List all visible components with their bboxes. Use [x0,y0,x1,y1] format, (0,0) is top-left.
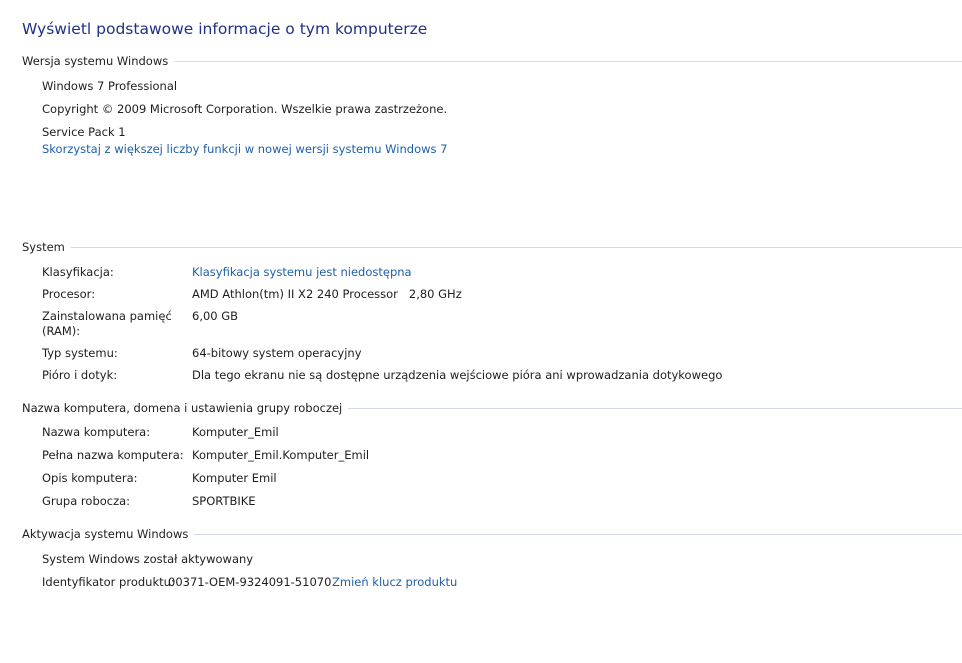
processor-value: AMD Athlon(tm) II X2 240 Processor 2,80 … [192,287,462,301]
ram-label-line1: Zainstalowana pamięć [42,309,172,323]
product-id-label: Identyfikator produktu: [42,575,175,589]
change-product-key-link[interactable]: Zmień klucz produktu [332,575,457,589]
activation-status: System Windows został aktywowany [42,552,254,566]
service-pack-text: Service Pack 1 [42,125,126,139]
section-computer-name: Nazwa komputera, domena i ustawienia gru… [22,401,962,415]
section-divider [70,246,962,248]
section-heading: System [22,240,65,254]
section-heading: Nazwa komputera, domena i ustawienia gru… [22,401,343,415]
section-system: System [22,240,962,254]
computer-description-label: Opis komputera: [42,471,138,485]
copyright-text: Copyright © 2009 Microsoft Corporation. … [42,102,448,116]
system-type-label: Typ systemu: [42,346,118,360]
workgroup-value: SPORTBIKE [192,494,256,508]
rating-label: Klasyfikacja: [42,265,114,279]
workgroup-label: Grupa robocza: [42,494,131,508]
pen-touch-value: Dla tego ekranu nie są dostępne urządzen… [192,368,723,382]
computer-description-value: Komputer Emil [192,471,277,485]
ram-value: 6,00 GB [192,309,239,323]
section-heading: Aktywacja systemu Windows [22,527,189,541]
computer-name-label: Nazwa komputera: [42,425,151,439]
upgrade-windows-link[interactable]: Skorzystaj z większej liczby funkcji w n… [42,142,448,156]
ram-label-line2: (RAM): [42,324,81,338]
section-divider [194,533,962,535]
section-heading: Wersja systemu Windows [22,54,169,68]
section-windows-edition: Wersja systemu Windows [22,54,962,68]
full-computer-name-label: Pełna nazwa komputera: [42,448,184,462]
windows-edition-name: Windows 7 Professional [42,79,178,93]
full-computer-name-value: Komputer_Emil.Komputer_Emil [192,448,370,462]
section-divider [174,60,962,62]
computer-name-value: Komputer_Emil [192,425,279,439]
section-activation: Aktywacja systemu Windows [22,527,962,541]
section-divider [348,407,962,409]
product-id-value: 00371-OEM-9324091-51070 [168,575,332,589]
page-title: Wyświetl podstawowe informacje o tym kom… [22,20,428,38]
system-type-value: 64-bitowy system operacyjny [192,346,362,360]
processor-label: Procesor: [42,287,96,301]
pen-touch-label: Pióro i dotyk: [42,368,118,382]
rating-link[interactable]: Klasyfikacja systemu jest niedostępna [192,265,412,279]
